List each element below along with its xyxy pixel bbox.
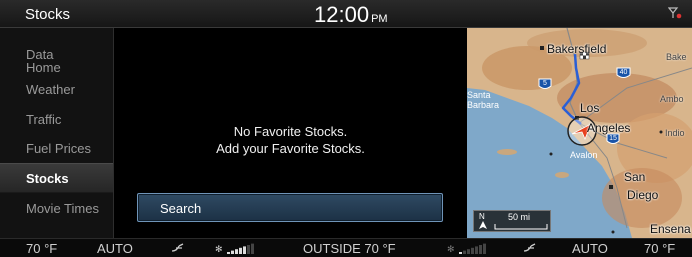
- sidebar-item-label: Weather: [26, 82, 75, 97]
- right-fan-bars: [459, 243, 486, 254]
- empty-message-line2: Add your Favorite Stocks.: [216, 141, 365, 156]
- signal-icon: [668, 7, 682, 19]
- right-auto-mode[interactable]: AUTO: [572, 241, 608, 256]
- scale-distance: 50 mi: [508, 212, 531, 222]
- map-label-angeles: Angeles: [587, 121, 631, 135]
- map-label-san: San: [624, 170, 646, 184]
- right-airflow-icon[interactable]: [522, 242, 538, 254]
- fan-bar: [247, 245, 250, 254]
- fan-bar: [251, 243, 254, 254]
- sidebar-item-stocks[interactable]: Stocks: [0, 163, 113, 193]
- fan-bar: [227, 252, 230, 254]
- sidebar-item-label: Stocks: [26, 171, 69, 186]
- clock-time: 12:00: [314, 2, 370, 27]
- fan-bar: [463, 250, 466, 254]
- clock-ampm: PM: [371, 13, 388, 25]
- map-label-ambo: Ambo: [660, 94, 684, 104]
- map-view[interactable]: 5 40 15 Bakersfield Bake Santa Barbara A…: [467, 28, 692, 238]
- map-label-bake: Bake: [666, 52, 687, 62]
- fan-bar: [483, 243, 486, 254]
- north-indicator: N: [479, 212, 485, 221]
- map-label-indio: Indio: [665, 128, 685, 138]
- svg-text:✻: ✻: [215, 245, 223, 255]
- fan-bar: [479, 245, 482, 254]
- left-airflow-icon[interactable]: [170, 242, 186, 254]
- left-temp[interactable]: 70 °F: [26, 241, 57, 256]
- svg-text:✻: ✻: [447, 245, 455, 255]
- climate-bar: 70 °F AUTO ✻ OUTSIDE 70 °F ✻ AUTO 70 °F: [0, 238, 692, 257]
- map-label-avalon: Avalon: [570, 150, 598, 160]
- fan-bar: [239, 247, 242, 254]
- sidebar: Data Home Weather Traffic Fuel Prices St…: [0, 28, 114, 238]
- map-label-barbara: Barbara: [467, 100, 500, 110]
- outside-temp: OUTSIDE 70 °F: [303, 241, 396, 256]
- fan-bar: [231, 250, 234, 254]
- map-scale: N 50 mi: [473, 210, 551, 232]
- clock: 12:00 PM: [314, 2, 388, 28]
- highway-shield-40: 40: [616, 67, 631, 78]
- fan-bar: [459, 252, 462, 254]
- search-button[interactable]: Search: [137, 193, 443, 222]
- main-content: No Favorite Stocks. Add your Favorite St…: [115, 28, 466, 238]
- empty-message-line1: No Favorite Stocks.: [233, 124, 348, 139]
- fan-bar: [243, 246, 246, 254]
- search-button-label: Search: [160, 201, 202, 216]
- scale-bar-icon: [494, 224, 548, 230]
- right-fan-speed-icon[interactable]: ✻: [447, 242, 491, 255]
- sidebar-item-data-home[interactable]: Data Home: [0, 48, 113, 74]
- map-label-los: Los: [580, 101, 600, 115]
- svg-text:40: 40: [620, 69, 628, 76]
- fan-bar: [235, 249, 238, 254]
- fan-bar: [475, 246, 478, 254]
- sidebar-item-fuel-prices[interactable]: Fuel Prices: [0, 141, 113, 156]
- map-label-santa: Santa: [467, 90, 491, 100]
- sidebar-item-label: Movie Times: [26, 201, 99, 216]
- north-arrow-icon: [479, 221, 487, 229]
- app-title: Stocks: [25, 6, 71, 23]
- fan-bar: [471, 247, 474, 254]
- sidebar-item-movie-times[interactable]: Movie Times: [0, 201, 113, 216]
- sidebar-item-label: Fuel Prices: [26, 141, 92, 156]
- left-auto-mode[interactable]: AUTO: [97, 241, 133, 256]
- sidebar-item-weather[interactable]: Weather: [0, 82, 113, 97]
- sidebar-item-label: Data Home: [26, 47, 61, 75]
- map-label-bakersfield: Bakersfield: [547, 42, 607, 56]
- map-terrain: 5 40 15: [467, 28, 692, 238]
- map-label-ensena: Ensena: [650, 222, 691, 236]
- right-temp[interactable]: 70 °F: [644, 241, 675, 256]
- svg-text:5: 5: [543, 80, 547, 87]
- status-bar: Stocks 12:00 PM: [0, 0, 692, 28]
- svg-text:15: 15: [609, 135, 617, 142]
- map-label-diego: Diego: [627, 188, 659, 202]
- sidebar-item-traffic[interactable]: Traffic: [0, 112, 113, 127]
- left-fan-speed-icon[interactable]: ✻: [215, 242, 259, 255]
- highway-shield-5: 5: [538, 78, 552, 89]
- highway-shield-15: 15: [606, 133, 620, 144]
- left-fan-bars: [227, 243, 254, 254]
- fan-bar: [467, 249, 470, 254]
- sidebar-item-label: Traffic: [26, 112, 62, 127]
